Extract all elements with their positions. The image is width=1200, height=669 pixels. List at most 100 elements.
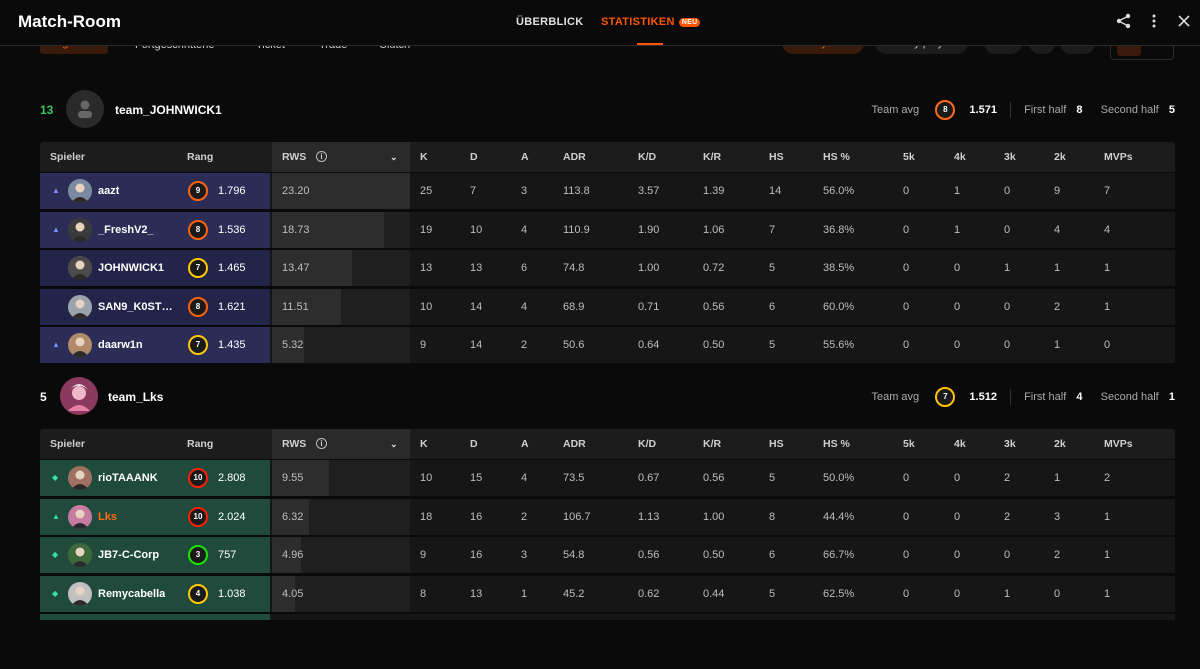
column-header-a[interactable]: A <box>521 429 529 459</box>
avatar[interactable] <box>68 333 92 357</box>
table-row[interactable]: ◆ rioTAAANK 10 2.808 9.55 10 15 4 73.5 0.67 0.56 5 5… <box>40 460 1175 496</box>
more-vertical-icon[interactable] <box>1144 12 1164 32</box>
table-row[interactable]: ◆ Remycabella 4 1.038 4.05 8 13 1 45.2 0.62 0.44 5 6… <box>40 575 1175 612</box>
table-row[interactable]: ▲ daarw1n 7 1.435 5.32 9 14 2 50.6 0.64 0.50 5 55.6%… <box>40 327 1175 363</box>
avatar[interactable] <box>68 466 92 490</box>
column-header-rws-cell[interactable]: RWS i ⌄ <box>272 429 410 459</box>
table-row[interactable]: ◆ JB7-C-Corp 3 757 4.96 9 16 3 54.8 0.56 0.50 6 66.7… <box>40 537 1175 573</box>
avatar[interactable] <box>68 504 92 529</box>
stat-adr: 113.8 <box>563 185 590 197</box>
table-row[interactable]: JOHNWICK1 7 1.465 13.47 13 13 6 74.8 1.00 0.72 5 38… <box>40 250 1175 286</box>
team-avatar <box>66 90 104 128</box>
stat-k5: 0 <box>903 262 910 274</box>
player-cell[interactable]: ◆ JB7-C-Corp 3 757 <box>40 537 270 573</box>
stat-k5: 0 <box>903 549 910 561</box>
column-header-adr[interactable]: ADR <box>563 429 586 459</box>
stat-mvps: 4 <box>1104 223 1111 236</box>
avatar[interactable] <box>68 294 92 319</box>
table-row[interactable]: SAN9_K0STR... 8 1.621 11.51 10 14 4 68.9 0.71 0.5… <box>40 288 1175 325</box>
column-header-hsp[interactable]: HS % <box>823 429 850 459</box>
column-header-player[interactable]: Spieler <box>50 142 85 172</box>
column-header-k2[interactable]: 2k <box>1054 429 1066 459</box>
column-header-hs[interactable]: HS <box>769 142 784 172</box>
info-icon[interactable]: i <box>316 438 327 449</box>
column-header-rws[interactable]: RWS <box>282 429 306 459</box>
stat-kd: 3.57 <box>638 185 660 197</box>
player-name[interactable]: Remycabella <box>98 576 165 612</box>
avatar[interactable] <box>68 543 92 567</box>
column-header-hsp[interactable]: HS % <box>823 142 850 172</box>
player-name[interactable]: SAN9_K0STR... <box>98 289 178 325</box>
column-header-k4[interactable]: 4k <box>954 142 966 172</box>
column-header-rank[interactable]: Rang <box>187 142 213 172</box>
avatar[interactable] <box>68 179 92 203</box>
player-name[interactable]: daarw1n <box>98 327 143 363</box>
player-cell[interactable]: ▲ _FreshV2_ 8 1.536 <box>40 211 270 248</box>
party-indicator-icon: ▲ <box>52 340 60 349</box>
player-name[interactable]: Lks <box>98 499 117 535</box>
tab-overview[interactable]: ÜBERBLICK <box>516 16 583 28</box>
info-icon[interactable]: i <box>316 151 327 162</box>
table-row[interactable]: ▲ _FreshV2_ 8 1.536 18.73 19 10 4 110.9 1.90 1.06 7… <box>40 211 1175 248</box>
column-header-k5[interactable]: 5k <box>903 429 915 459</box>
table-row[interactable]: ▲ Lks 10 2.024 6.32 18 16 2 106.7 1.13 1.00 8 44.4% 0… <box>40 498 1175 535</box>
stat-mvps: 2 <box>1104 472 1111 484</box>
column-header-kd[interactable]: K/D <box>638 429 656 459</box>
stat-k2: 1 <box>1054 339 1061 351</box>
player-cell[interactable]: ▲ daarw1n 7 1.435 <box>40 327 270 363</box>
share-icon[interactable] <box>1114 12 1134 32</box>
column-header-k5[interactable]: 5k <box>903 142 915 172</box>
column-header-rws-cell[interactable]: RWS i ⌄ <box>272 142 410 172</box>
player-name[interactable]: rioTAAANK <box>98 460 158 496</box>
column-header-adr[interactable]: ADR <box>563 142 586 172</box>
stat-hsp: 62.5% <box>823 587 855 600</box>
player-cell[interactable]: ◆ Remycabella 4 1.038 <box>40 575 270 612</box>
team-name: team_Lks <box>108 390 164 404</box>
player-name[interactable]: JB7-C-Corp <box>98 537 159 573</box>
column-header-d[interactable]: D <box>470 142 478 172</box>
column-header-k3[interactable]: 3k <box>1004 142 1016 172</box>
column-header-k[interactable]: K <box>420 429 428 459</box>
column-header-k4[interactable]: 4k <box>954 429 966 459</box>
chevron-down-icon[interactable]: ⌄ <box>390 429 398 459</box>
player-cell[interactable]: ◆ rioTAAANK 10 2.808 <box>40 460 270 496</box>
column-header-d[interactable]: D <box>470 429 478 459</box>
column-header-kr[interactable]: K/R <box>703 429 721 459</box>
column-header-k[interactable]: K <box>420 142 428 172</box>
skill-level-badge: 3 <box>188 545 208 565</box>
column-header-rws[interactable]: RWS <box>282 142 306 172</box>
chevron-down-icon[interactable]: ⌄ <box>390 142 398 172</box>
stat-k: 10 <box>420 300 433 313</box>
column-header-player[interactable]: Spieler <box>50 429 85 459</box>
player-name[interactable]: aazt <box>98 173 119 209</box>
player-elo: 1.435 <box>218 339 246 351</box>
column-header-hs[interactable]: HS <box>769 429 784 459</box>
column-header-kr[interactable]: K/R <box>703 142 721 172</box>
column-header-k2[interactable]: 2k <box>1054 142 1066 172</box>
avatar[interactable] <box>68 581 92 606</box>
stat-kr: 0.72 <box>703 262 725 274</box>
close-icon[interactable] <box>1174 12 1194 32</box>
column-header-rank[interactable]: Rang <box>187 429 213 459</box>
tab-statistics[interactable]: STATISTIKEN NEU <box>601 16 701 28</box>
column-header-kd[interactable]: K/D <box>638 142 656 172</box>
player-cell[interactable]: ▲ Lks 10 2.024 <box>40 498 270 535</box>
avatar[interactable] <box>68 256 92 280</box>
rws-value: 23.20 <box>282 185 310 197</box>
avatar[interactable] <box>68 217 92 242</box>
divider <box>1010 102 1012 118</box>
player-cell[interactable]: SAN9_K0STR... 8 1.621 <box>40 288 270 325</box>
player-cell[interactable]: ▲ aazt 9 1.796 <box>40 173 270 209</box>
column-header-mvps[interactable]: MVPs <box>1104 429 1133 459</box>
player-name[interactable]: _FreshV2_ <box>98 212 154 248</box>
player-name[interactable]: JOHNWICK1 <box>98 250 164 286</box>
premium-indicator-icon: ◆ <box>52 588 59 598</box>
column-header-a[interactable]: A <box>521 142 529 172</box>
team-header-1: 13 team_JOHNWICK1 Team avg 8 1.571 First… <box>40 90 1175 130</box>
skill-level-badge: 7 <box>935 387 956 407</box>
column-header-k3[interactable]: 3k <box>1004 429 1016 459</box>
stat-k: 13 <box>420 262 433 274</box>
table-row[interactable]: ▲ aazt 9 1.796 23.20 25 7 3 113.8 3.57 1.39 14 56.0%… <box>40 173 1175 209</box>
player-cell[interactable]: JOHNWICK1 7 1.465 <box>40 250 270 286</box>
column-header-mvps[interactable]: MVPs <box>1104 142 1133 172</box>
